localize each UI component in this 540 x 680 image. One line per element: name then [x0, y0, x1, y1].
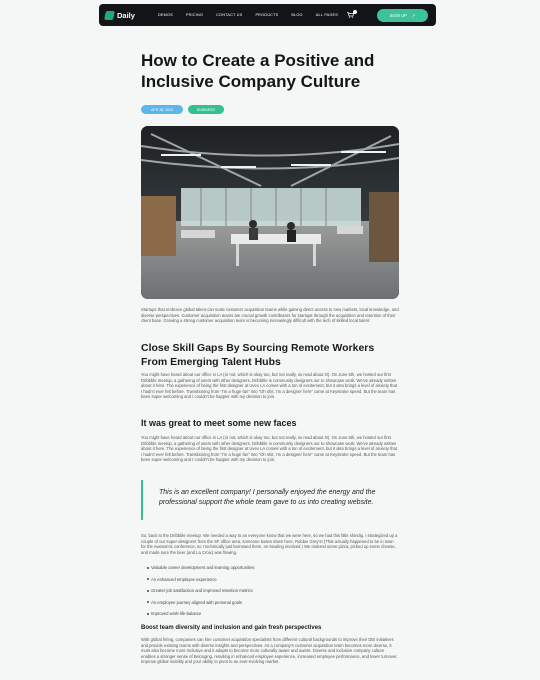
body-paragraph-4: With global hiring, companies can hire c… [141, 637, 398, 665]
nav-menu: DEMOS PRICING CONTACT US PRODUCTS BLOG A… [158, 13, 351, 17]
list-item-label: Improved work-life-balance [151, 611, 202, 616]
list-item: An employee journey aligned with persona… [141, 600, 399, 612]
list-item-label: An employee journey aligned with persona… [151, 599, 243, 605]
brand-name: Daily [117, 10, 135, 20]
diversity-heading: Boost team diversity and inclusion and g… [141, 625, 322, 631]
cart-icon[interactable] [347, 10, 357, 19]
sign-up-label: SIGN UP [389, 12, 407, 18]
nav-item-blog[interactable]: BLOG [291, 13, 302, 17]
sign-up-button[interactable]: SIGN UP ↗ [377, 8, 428, 22]
testimonial-quote: This is an excellent company! I personal… [141, 480, 401, 520]
date-badge: APR 28, 2022 [141, 105, 183, 114]
brand-logo[interactable]: Daily [104, 10, 135, 20]
list-item-label: Greater job satisfaction and improved re… [151, 588, 253, 593]
office-photo [141, 126, 399, 299]
nav-item-products[interactable]: PRODUCTS [255, 13, 278, 17]
subsection-heading: It was great to meet some new faces [141, 418, 297, 428]
intro-paragraph: Startups that embrace global talent can … [141, 307, 399, 324]
section-heading: Close Skill Gaps By Sourcing Remote Work… [141, 342, 375, 368]
bullet-icon [147, 601, 149, 603]
nav-item-contact-us[interactable]: CONTACT US [216, 13, 242, 17]
brand-logo-icon [104, 10, 115, 20]
bullet-icon [147, 612, 149, 615]
body-paragraph-2: You might have heard about our office in… [141, 435, 397, 463]
nav-item-all-pages[interactable]: ALL PAGES [316, 13, 338, 17]
cart-badge [353, 10, 357, 14]
category-badge[interactable]: BUSINESS [188, 105, 224, 114]
bullet-icon [147, 578, 149, 580]
bullet-icon [147, 566, 149, 569]
quote-text: This is an excellent company! I personal… [159, 489, 376, 506]
list-item: An enhanced employee experience [141, 577, 399, 589]
body-paragraph-3: So, back to the Dribbble meetup. We need… [141, 533, 398, 555]
list-item-label: An enhanced employee experience [151, 576, 217, 582]
bullet-icon [147, 589, 149, 592]
article-title: How to Create a Positive and Inclusive C… [141, 51, 375, 91]
nav-item-pricing[interactable]: PRICING [186, 13, 203, 17]
hero-image [141, 126, 399, 299]
list-item: Valuable career development and learning… [141, 565, 399, 577]
arrow-up-right-icon: ↗ [411, 12, 416, 18]
list-item-label: Valuable career development and learning… [151, 565, 255, 570]
list-item: Greater job satisfaction and improved re… [141, 588, 399, 600]
nav-item-demos[interactable]: DEMOS [158, 13, 173, 17]
top-nav: Daily DEMOS PRICING CONTACT US PRODUCTS … [99, 4, 436, 26]
list-item: Improved work-life-balance [141, 611, 399, 623]
body-paragraph-1: You might have heard about our office in… [141, 372, 397, 400]
benefits-list: Valuable career development and learning… [141, 565, 399, 623]
